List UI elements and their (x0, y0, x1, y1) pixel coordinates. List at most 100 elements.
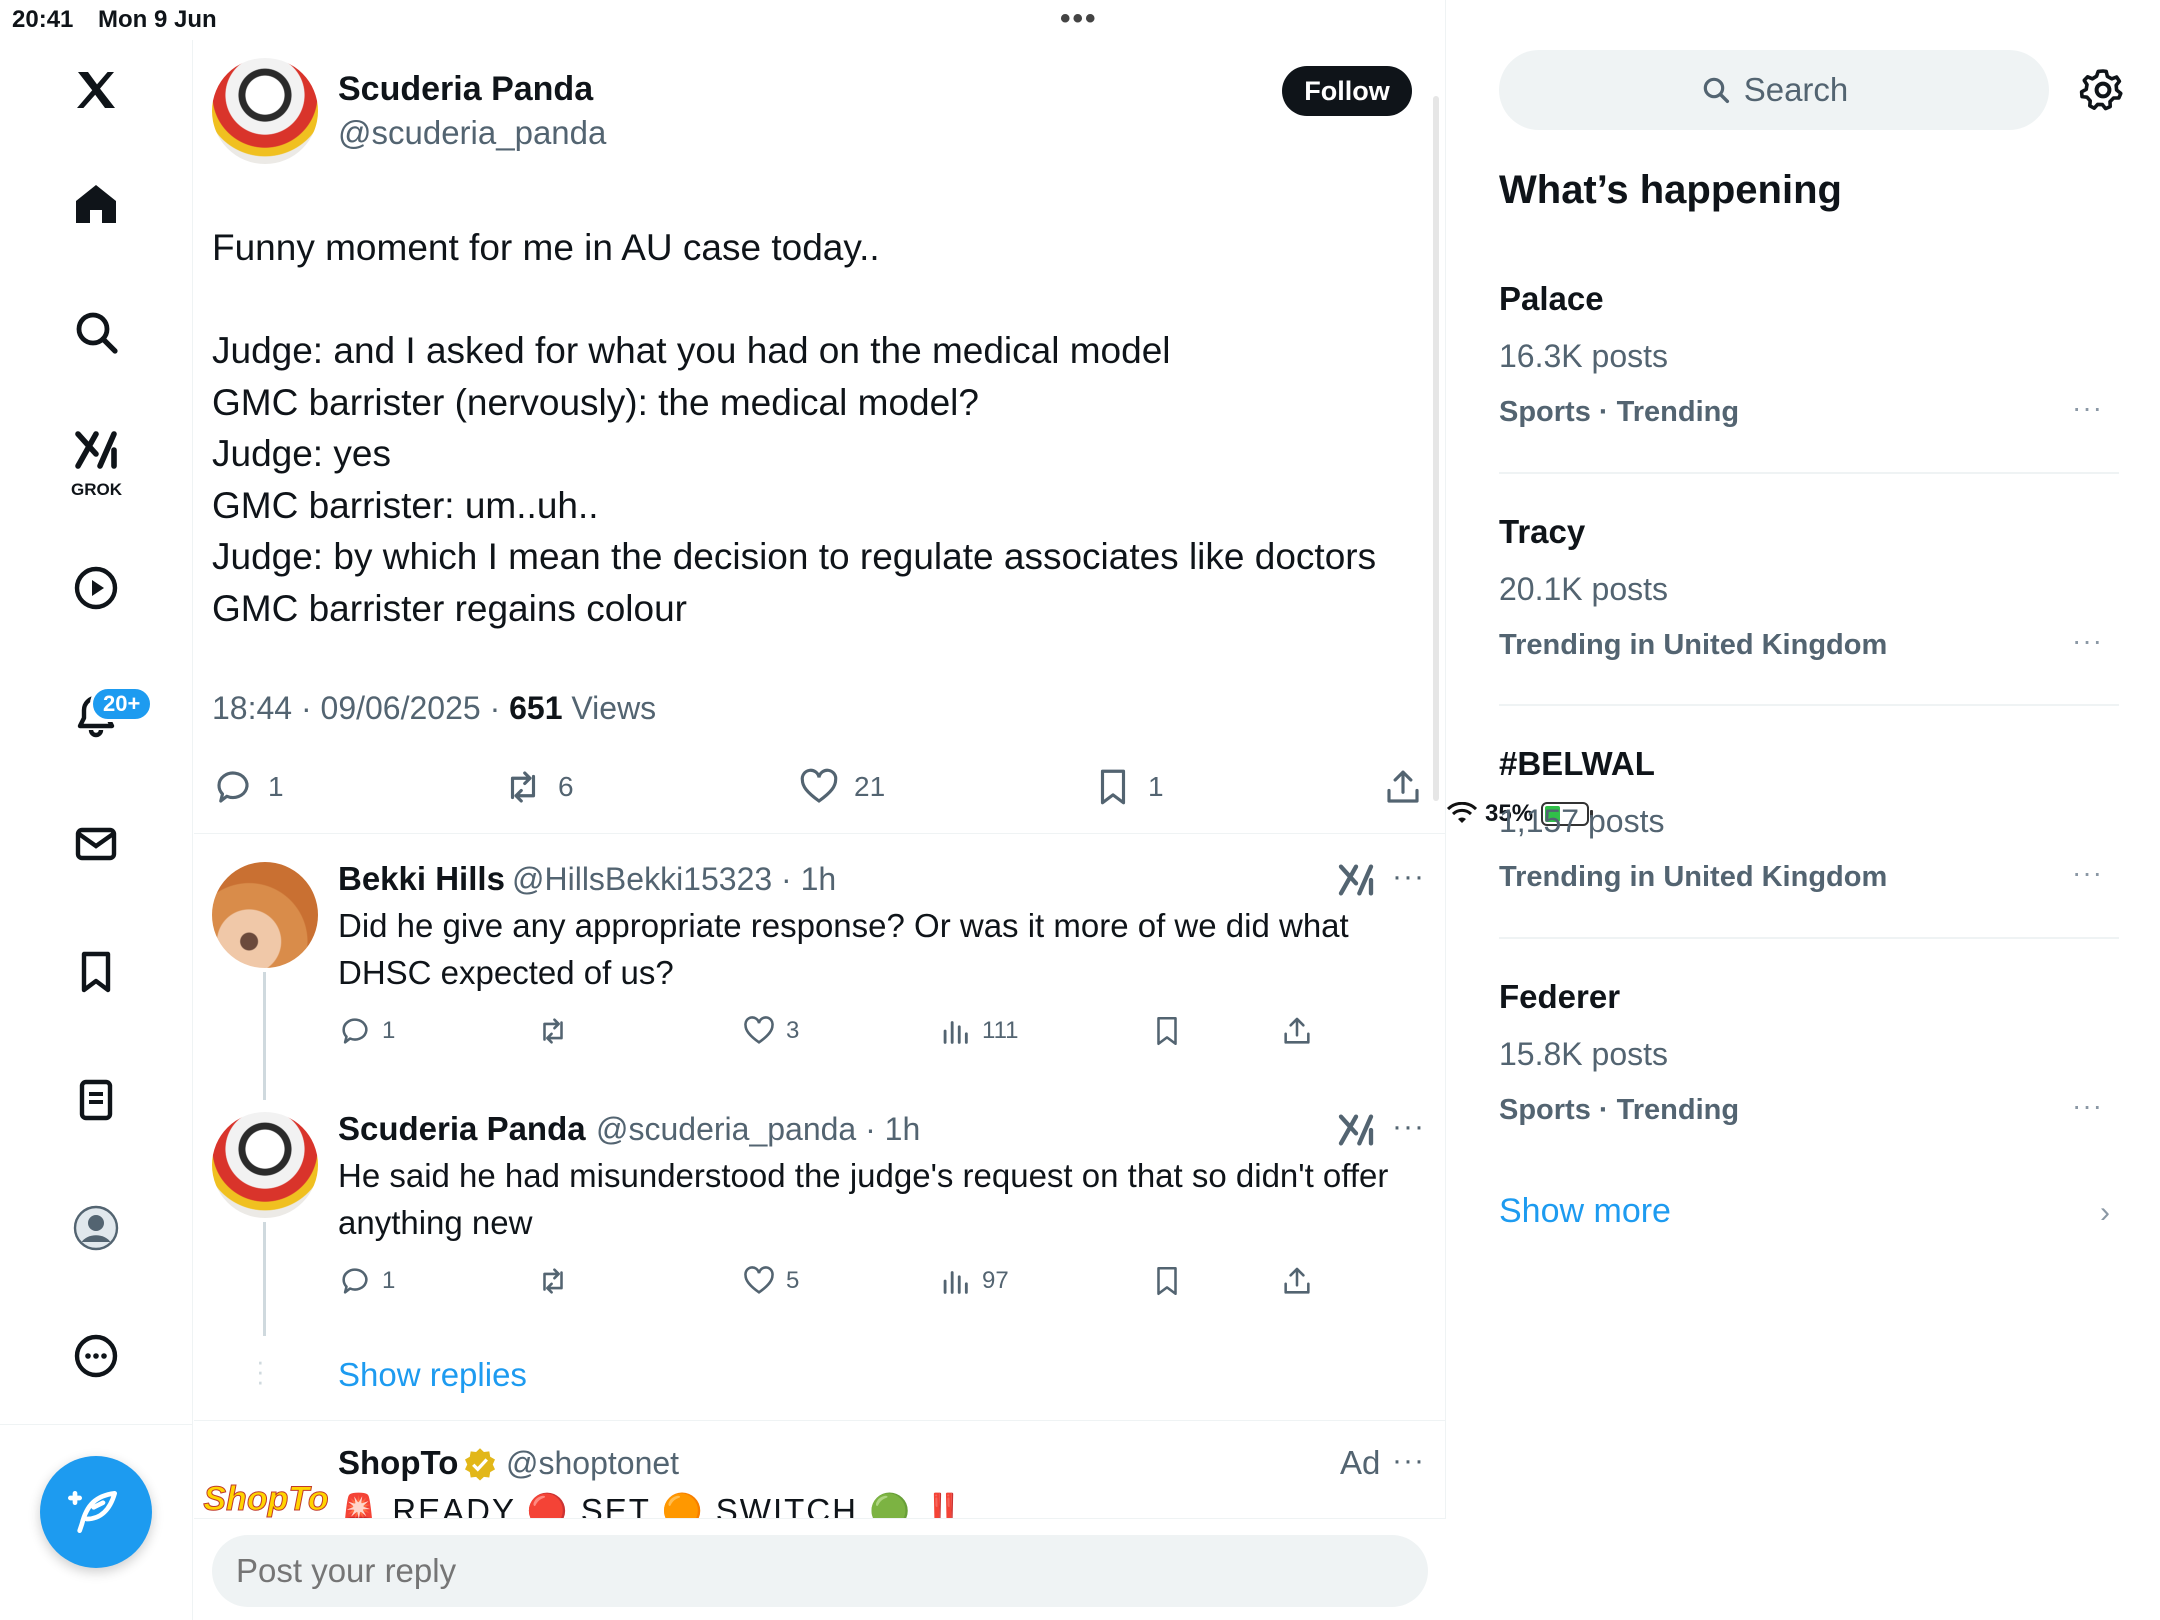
profile-avatar-icon[interactable] (56, 1188, 136, 1268)
reply-compose-bar (194, 1518, 1446, 1620)
trend-category: Sports · Trending (1499, 1094, 1740, 1126)
tweet-author-avatar[interactable] (212, 58, 318, 164)
reply-reply-count: 1 (382, 1017, 396, 1044)
trend-item[interactable]: Federer 15.8K posts Sports · Trending ··… (1499, 978, 2119, 1128)
reply-views-action[interactable]: 111 (938, 1014, 1018, 1048)
trend-category: Trending in United Kingdom (1499, 861, 1888, 893)
tweet-author-name[interactable]: Scuderia Panda (338, 70, 593, 109)
trend-category: Sports · Trending (1499, 396, 1740, 428)
trend-more-icon[interactable]: ··· (2072, 392, 2103, 424)
video-play-icon[interactable] (56, 548, 136, 628)
lists-icon[interactable] (56, 1060, 136, 1140)
reply-bubble-icon (342, 1268, 368, 1294)
tweet-views-count: 651 (509, 690, 563, 726)
views-chart-icon (943, 1271, 968, 1294)
like-action[interactable]: 21 (798, 766, 885, 808)
reply-more-icon[interactable]: ··· (1392, 1110, 1425, 1144)
reply-reply-count: 1 (382, 1267, 396, 1294)
share-action[interactable] (1382, 766, 1424, 808)
tweet-views-label: Views (562, 690, 657, 726)
tweet-timestamp[interactable]: 18:44 · 09/06/2025 · (212, 690, 509, 726)
share-icon (1284, 1267, 1310, 1294)
bookmarks-icon[interactable] (56, 932, 136, 1012)
reply-like-action[interactable]: 3 (742, 1014, 799, 1048)
views-chart-icon (943, 1021, 968, 1044)
reply-like-count: 3 (786, 1017, 800, 1044)
verified-gold-badge-icon (465, 1448, 495, 1481)
reply-views-count: 111 (982, 1017, 1019, 1044)
trend-category: Trending in United Kingdom (1499, 629, 1888, 661)
reply-share-action[interactable] (1280, 1264, 1314, 1298)
ad-author-name[interactable]: ShopTo (338, 1444, 458, 1482)
chevron-right-icon[interactable]: › (2100, 1196, 2110, 1230)
search-placeholder: Search (1743, 71, 1849, 108)
main-column: Scuderia Panda @scuderia_panda Follow Fu… (194, 0, 1446, 1620)
reply-author-name[interactable]: Scuderia Panda (338, 1110, 586, 1148)
trend-count: 16.3K posts (1499, 338, 1668, 374)
show-more-link[interactable]: Show more (1499, 1192, 1671, 1231)
reply-count: 1 (268, 771, 284, 802)
tweet-author-handle[interactable]: @scuderia_panda (338, 114, 606, 152)
left-nav: GROK 20+ (0, 40, 193, 1620)
reply-input[interactable] (212, 1535, 1428, 1607)
reply-like-action[interactable]: 5 (742, 1264, 799, 1298)
scroll-indicator[interactable] (1433, 96, 1439, 801)
trend-item[interactable]: Tracy 20.1K posts Trending in United Kin… (1499, 513, 2119, 663)
bookmark-icon (1157, 1266, 1177, 1296)
trend-name: Palace (1499, 280, 1604, 317)
reply-reply-action[interactable]: 1 (338, 1264, 395, 1298)
ad-avatar-logo[interactable]: ShopTo (203, 1476, 329, 1522)
grok-icon[interactable] (56, 410, 136, 490)
reply-repost-action[interactable] (536, 1264, 570, 1298)
trend-more-icon[interactable]: ··· (2072, 625, 2103, 657)
right-sidebar: Search What’s happening Palace 16.3K pos… (1447, 0, 2160, 1620)
repost-icon (543, 1018, 563, 1044)
reply-repost-action[interactable] (536, 1014, 570, 1048)
reply-share-action[interactable] (1280, 1014, 1314, 1048)
whats-happening-title: What’s happening (1499, 168, 1842, 212)
compose-post-button[interactable] (40, 1456, 152, 1568)
reply-avatar[interactable] (212, 862, 318, 968)
bookmark-action[interactable]: 1 (1092, 766, 1164, 808)
reply-views-action[interactable]: 97 (938, 1264, 1009, 1298)
reply-reply-action[interactable]: 1 (338, 1014, 395, 1048)
bookmark-count: 1 (1148, 771, 1164, 802)
tweet-divider (194, 833, 1446, 834)
messages-mail-icon[interactable] (56, 804, 136, 884)
reply-more-icon[interactable]: ··· (1392, 860, 1425, 894)
like-heart-icon (744, 1266, 774, 1294)
reply-author-name[interactable]: Bekki Hills (338, 860, 505, 898)
bookmark-icon (1100, 769, 1126, 805)
reply-bookmark-action[interactable] (1150, 1014, 1184, 1048)
home-icon[interactable] (56, 164, 136, 244)
reply-views-count: 97 (982, 1267, 1009, 1294)
settings-gear-icon[interactable] (2079, 66, 2127, 114)
follow-button[interactable]: Follow (1282, 66, 1412, 116)
trend-more-icon[interactable]: ··· (2072, 1090, 2103, 1122)
more-options-icon[interactable] (56, 1316, 136, 1396)
reply-action[interactable]: 1 (212, 766, 284, 808)
ad-label: Ad (1340, 1444, 1381, 1481)
ad-author-handle[interactable]: @shoptonet (506, 1445, 679, 1482)
notifications-badge: 20+ (90, 686, 154, 722)
reply-text: Did he give any appropriate response? Or… (338, 907, 1349, 991)
repost-action[interactable]: 6 (502, 766, 574, 808)
explore-search-icon[interactable] (56, 292, 136, 372)
trend-count: 1,157 posts (1499, 803, 1665, 839)
grok-explain-icon[interactable] (1336, 860, 1376, 900)
search-bar[interactable]: Search (1499, 50, 2049, 130)
trend-item[interactable]: #BELWAL 1,157 posts Trending in United K… (1499, 745, 2119, 895)
trend-item[interactable]: Palace 16.3K posts Sports · Trending ··· (1499, 280, 2119, 430)
trend-more-icon[interactable]: ··· (2072, 857, 2103, 889)
reply-bookmark-action[interactable] (1150, 1264, 1184, 1298)
ad-text: 🚨 READY 🔴 SET 🟠 SWITCH 🟢 ‼️ (338, 1492, 967, 1518)
repost-icon (543, 1268, 563, 1294)
x-logo-icon[interactable] (56, 50, 136, 130)
show-replies-link[interactable]: Show replies (338, 1356, 527, 1394)
reply-author-handle[interactable]: @HillsBekki15323 · 1h (512, 861, 836, 898)
reply-author-handle[interactable]: @scuderia_panda · 1h (596, 1111, 920, 1148)
reply-avatar[interactable] (212, 1112, 318, 1218)
grok-explain-icon[interactable] (1336, 1110, 1376, 1150)
reply-like-count: 5 (786, 1267, 800, 1294)
ad-more-icon[interactable]: ··· (1392, 1444, 1425, 1478)
